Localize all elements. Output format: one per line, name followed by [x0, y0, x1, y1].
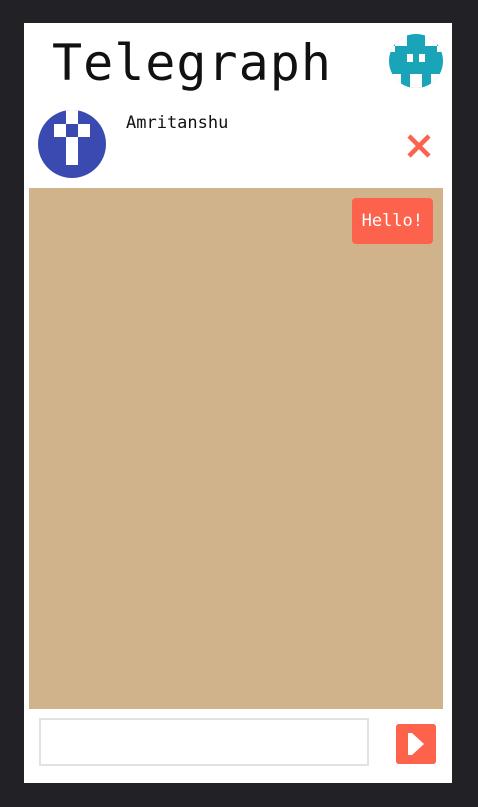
message-bubble-outgoing: Hello!	[351, 198, 433, 244]
chat-panel: Amritanshu Hello!	[28, 101, 448, 783]
send-icon	[408, 733, 424, 755]
contact-name[interactable]: Amritanshu	[126, 111, 228, 135]
message-composer	[28, 709, 448, 783]
send-button[interactable]	[396, 724, 436, 764]
app-window: Telegraph Amritanshu Hello!	[24, 23, 452, 783]
contact-bar: Amritanshu	[28, 101, 448, 187]
message-input[interactable]	[39, 718, 369, 766]
message-list[interactable]: Hello!	[29, 188, 443, 709]
close-icon[interactable]	[404, 131, 434, 161]
contact-avatar-icon	[38, 110, 106, 178]
current-user-avatar-icon[interactable]	[389, 34, 443, 88]
app-header: Telegraph	[24, 23, 452, 101]
app-title: Telegraph	[52, 34, 332, 92]
